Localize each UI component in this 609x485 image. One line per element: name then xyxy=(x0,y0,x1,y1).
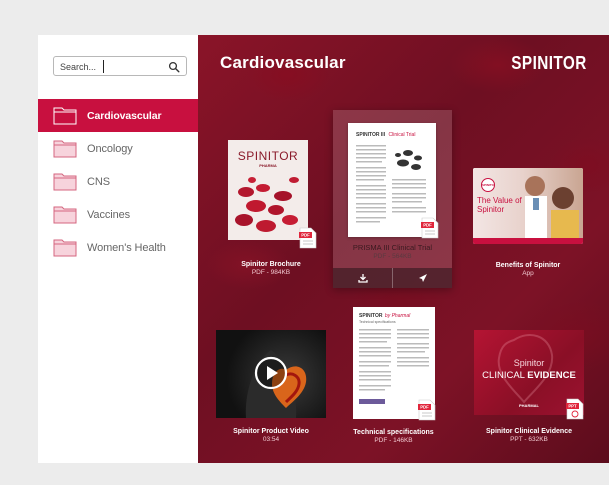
card-caption: PRISMA III Clinical Trial PDF - 564KB xyxy=(333,243,452,260)
card-meta: App xyxy=(522,270,534,277)
cover-footer-bar xyxy=(473,238,583,244)
video-thumbnail xyxy=(216,330,326,418)
sidebar-item-label: Cardiovascular xyxy=(87,109,162,122)
sidebar-item-vaccines[interactable]: Vaccines xyxy=(38,198,198,231)
badge-text: PDF xyxy=(423,223,432,228)
cover-line-2a: CLINICAL xyxy=(482,370,525,381)
card-title: Spinitor Product Video xyxy=(233,428,309,435)
sidebar: Cardiovascular Oncology CNS xyxy=(38,35,211,463)
download-icon xyxy=(357,274,368,283)
card-meta: 03:54 xyxy=(262,436,280,443)
text-caret xyxy=(103,60,104,73)
card-title: Benefits of Spinitor xyxy=(495,262,561,269)
folder-icon xyxy=(53,107,77,125)
presentation-card-clinical-evidence[interactable]: Spinitor CLINICAL EVIDENCE PHARMAL PPT S… xyxy=(470,330,588,455)
card-caption: Technical specifications PDF - 146KB xyxy=(346,429,441,444)
badge-text: PDF xyxy=(420,405,429,410)
category-nav: Cardiovascular Oncology CNS Vaccines Wom… xyxy=(38,99,211,264)
card-title: Technical specifications xyxy=(353,429,434,436)
page-title: Cardiovascular xyxy=(220,53,346,72)
badge-text: PPT xyxy=(568,404,577,409)
card-meta: PPT - 632KB xyxy=(510,436,548,443)
card-title: PRISMA III Clinical Trial xyxy=(352,243,433,252)
send-button[interactable] xyxy=(392,268,452,288)
badge-text: PDF xyxy=(301,233,310,238)
sidebar-item-label: CNS xyxy=(87,175,110,188)
sidebar-item-label: Vaccines xyxy=(87,208,131,221)
play-icon[interactable] xyxy=(254,356,288,390)
ppt-file-icon: PPT xyxy=(566,398,584,420)
folder-icon xyxy=(53,173,77,191)
blood-cells-illustration xyxy=(235,177,299,232)
card-title: Spinitor Brochure xyxy=(241,261,301,268)
folder-icon xyxy=(53,206,77,224)
sidebar-item-cns[interactable]: CNS xyxy=(38,165,198,198)
sidebar-item-label: Oncology xyxy=(87,142,133,155)
pdf-file-icon: PDF xyxy=(299,227,317,249)
app-card-benefits[interactable]: SPINITOR The Value of Spinitor Benefits … xyxy=(473,168,588,278)
search-input[interactable] xyxy=(60,59,160,74)
cover-line-1: Spinitor xyxy=(513,358,545,368)
send-icon xyxy=(418,274,427,282)
cover-line-2b: EVIDENCE xyxy=(527,370,576,381)
sidebar-item-oncology[interactable]: Oncology xyxy=(38,132,198,165)
card-caption: Spinitor Clinical Evidence PPT - 632KB xyxy=(470,428,588,443)
search-icon[interactable] xyxy=(168,61,180,73)
card-action-bar xyxy=(333,268,452,288)
sidebar-item-womens-health[interactable]: Women's Health xyxy=(38,231,198,264)
document-card-prisma-selected[interactable]: SPINITOR III Clinical Trial PDF PRISMA I… xyxy=(333,110,452,288)
app-thumbnail: SPINITOR The Value of Spinitor xyxy=(473,168,583,244)
pdf-file-icon: PDF xyxy=(421,217,439,239)
download-button[interactable] xyxy=(333,268,392,288)
video-card-product[interactable]: Spinitor Product Video 03:54 xyxy=(216,330,328,455)
app-window: Cardiovascular Oncology CNS xyxy=(38,35,609,463)
document-card-technical-specs[interactable]: SPINITOR by Pharmal Technical specificat… xyxy=(346,307,441,457)
sidebar-item-cardiovascular[interactable]: Cardiovascular xyxy=(38,99,211,132)
card-caption: Spinitor Product Video 03:54 xyxy=(216,428,326,443)
search-box xyxy=(53,56,187,76)
pdf-file-icon: PDF xyxy=(418,399,436,421)
cover-title: The Value of Spinitor xyxy=(477,196,522,214)
folder-icon xyxy=(53,239,77,257)
folder-icon xyxy=(53,140,77,158)
card-caption: Spinitor Brochure PDF - 984KB xyxy=(226,261,316,276)
content-area: Cardiovascular SPINITOR SPINITOR PHARMA xyxy=(198,35,609,463)
card-caption: Benefits of Spinitor App xyxy=(473,262,583,277)
cover-line-2: CLINICAL EVIDENCE xyxy=(474,370,584,381)
document-card-brochure[interactable]: SPINITOR PHARMA PDF Spinitor Brochure PD… xyxy=(226,140,317,280)
cover-logo: SPINITOR xyxy=(481,178,495,192)
card-meta: PDF - 984KB xyxy=(251,269,291,276)
document-thumbnail: SPINITOR PHARMA xyxy=(228,140,308,240)
brand-logo: SPINITOR xyxy=(511,53,587,73)
card-meta: PDF - 146KB xyxy=(374,437,413,444)
card-meta: PDF - 564KB xyxy=(373,253,412,260)
card-title: Spinitor Clinical Evidence xyxy=(486,428,572,435)
sidebar-item-label: Women's Health xyxy=(87,241,166,254)
